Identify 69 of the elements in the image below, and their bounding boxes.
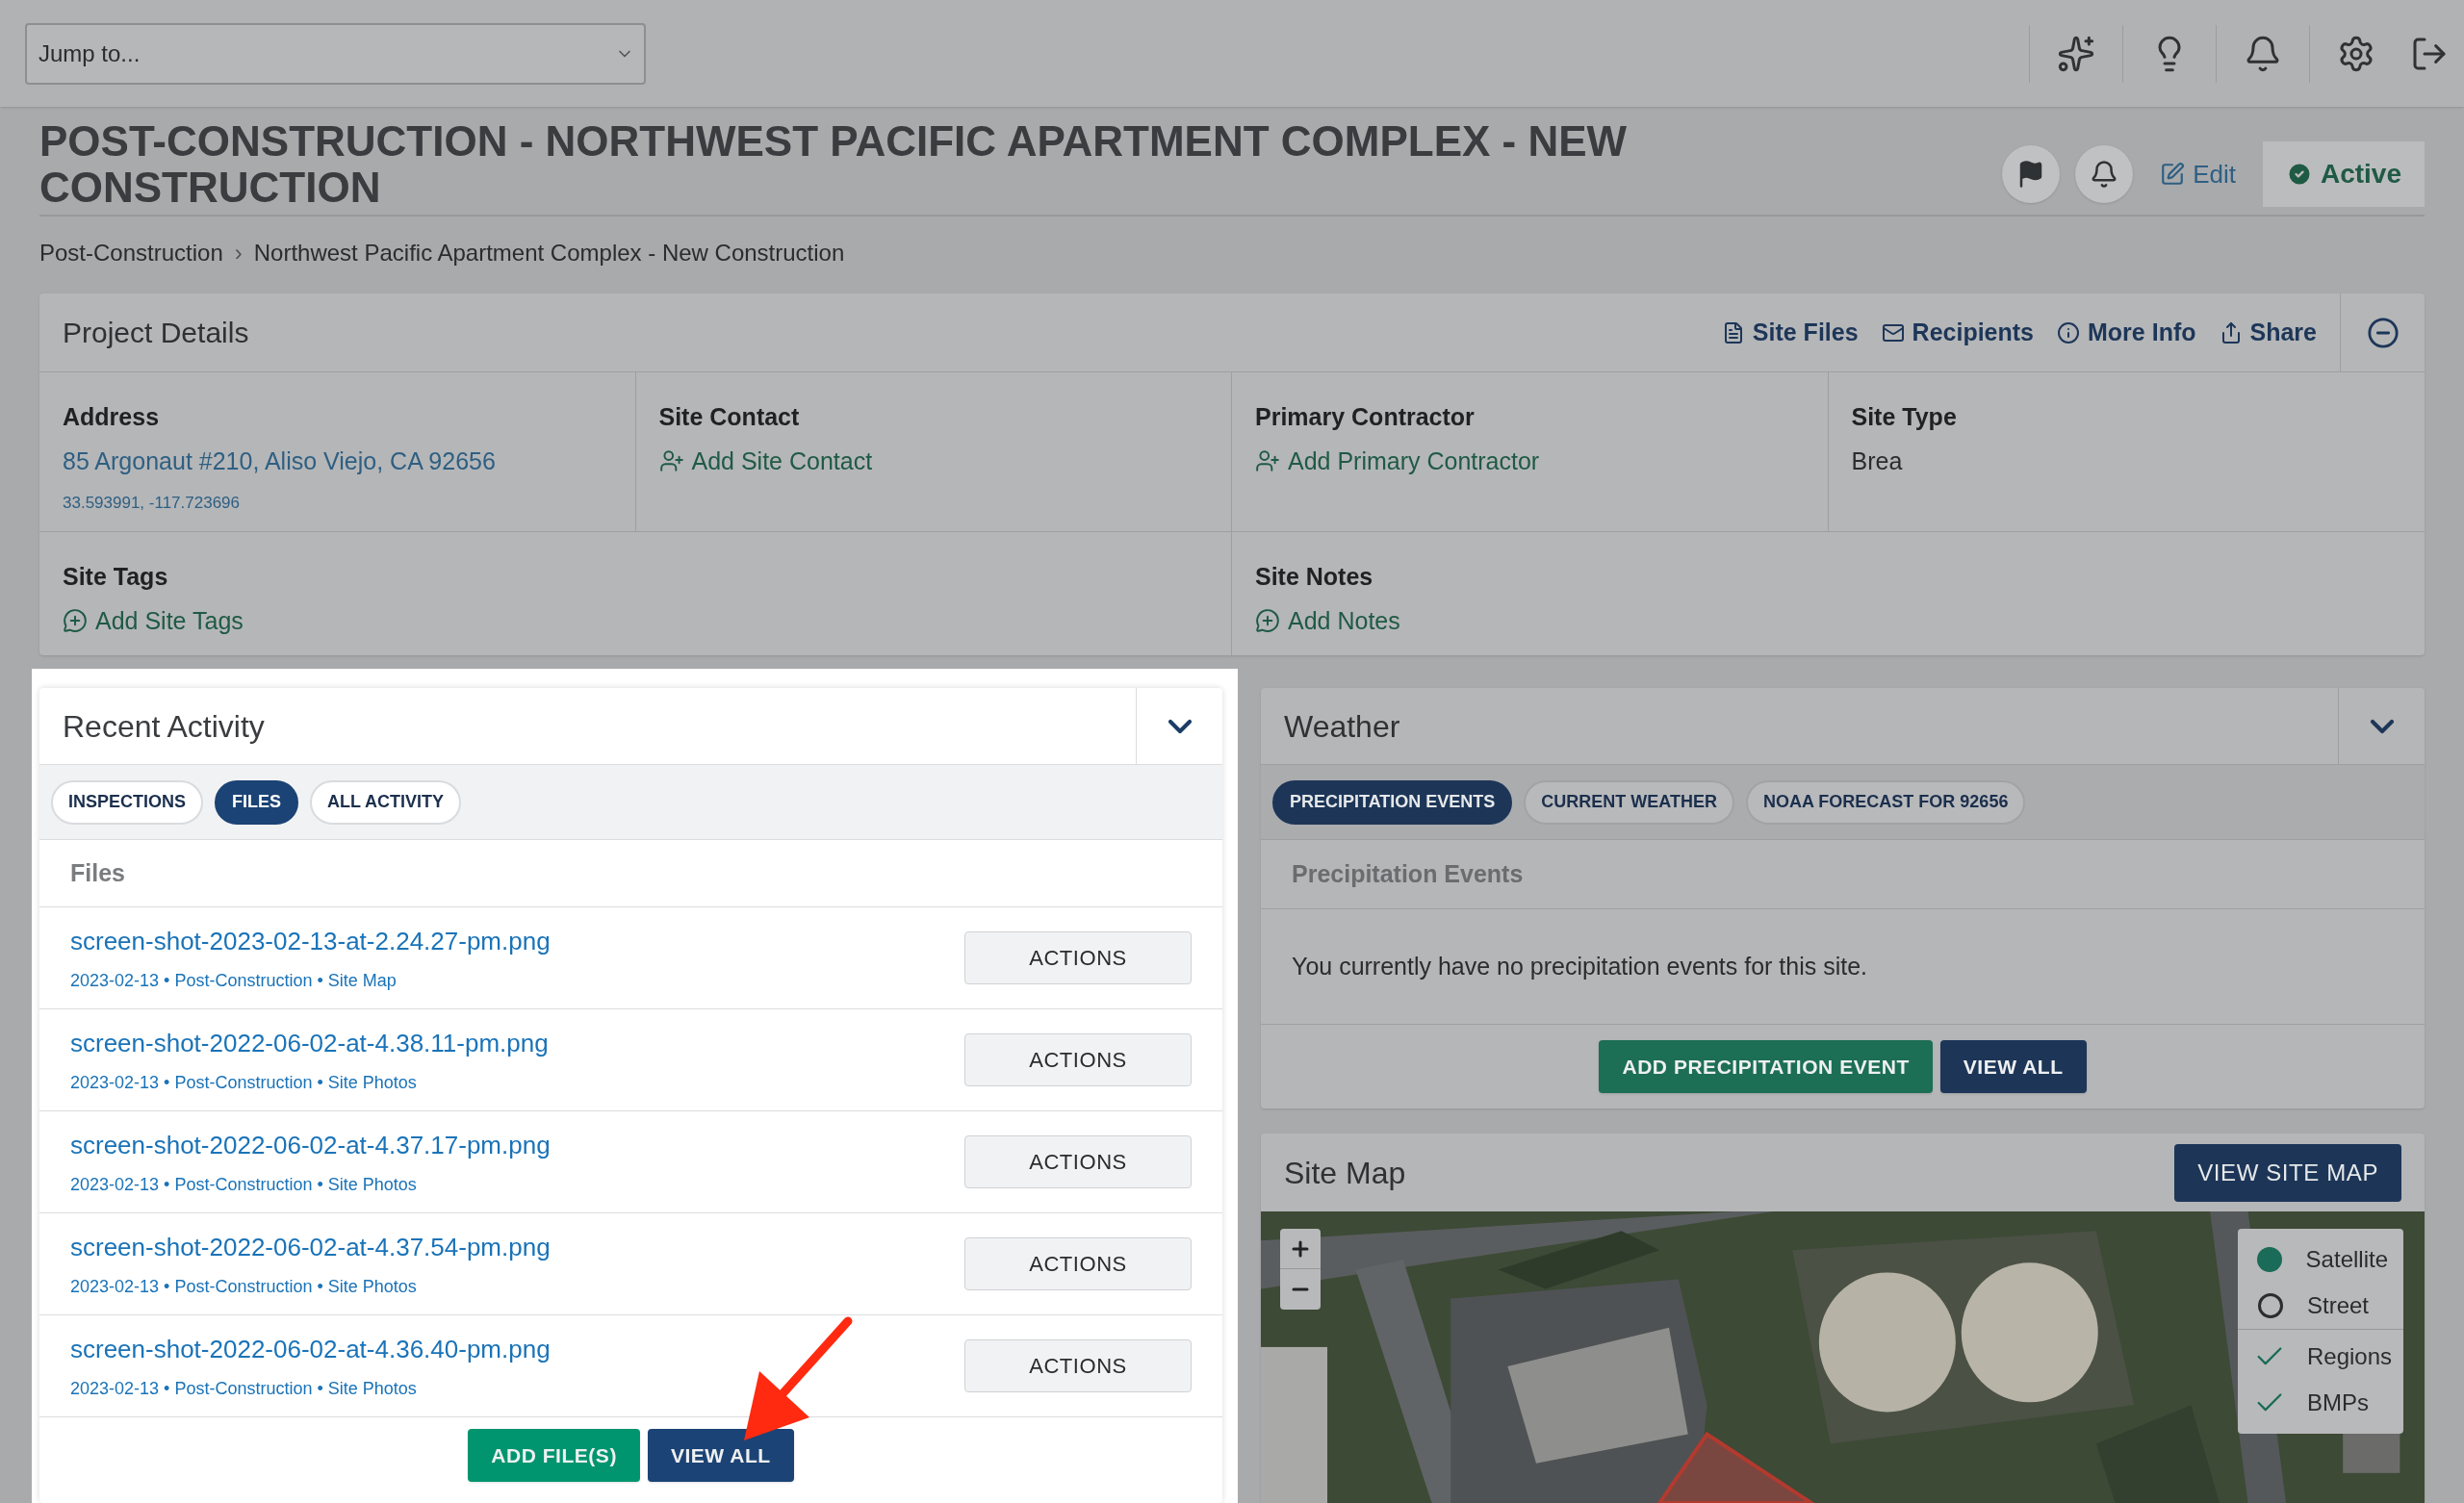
card-title: Project Details <box>63 316 249 350</box>
file-meta: 2023-02-13 • Post-Construction • Site Photos <box>70 1071 418 1094</box>
field-label: Primary Contractor <box>1255 402 1475 432</box>
field-label: Site Tags <box>63 562 168 592</box>
file-link[interactable]: screen-shot-2022-06-02-at-4.37.54-pm.png <box>70 1228 551 1266</box>
minus-circle-icon <box>2366 316 2400 349</box>
header-link[interactable]: Share <box>2219 314 2317 351</box>
file-meta: 2023-02-13 • Post-Construction • Site Map <box>70 969 398 992</box>
field-label: Site Contact <box>658 402 800 432</box>
radio-button[interactable] <box>2257 1247 2283 1272</box>
edit-icon <box>2160 162 2186 187</box>
section-title: Files <box>70 857 125 888</box>
jump-to-field[interactable]: Jump to... <box>25 22 646 85</box>
filter-tab[interactable]: PRECIPITATION EVENTS <box>1272 779 1513 825</box>
file-link[interactable]: screen-shot-2022-06-02-at-4.38.11-pm.png <box>70 1024 549 1062</box>
view-all-button[interactable]: VIEW ALL <box>1939 1040 2087 1093</box>
card-title: Recent Activity <box>63 707 265 746</box>
add-button[interactable]: ADD PRECIPITATION EVENT <box>1599 1040 1933 1093</box>
empty-message: You currently have no precipitation events for this site. <box>1292 951 1868 981</box>
breadcrumb-link[interactable]: Post-Construction <box>39 236 223 270</box>
field-value: Brea <box>1851 446 1903 476</box>
add-link[interactable]: Add Site Tags <box>63 602 244 639</box>
layer-label: Regions <box>2307 1342 2393 1371</box>
filter-tab[interactable]: FILES <box>215 779 299 825</box>
breadcrumb-separator: › <box>234 239 243 267</box>
address-link[interactable]: 85 Argonaut #210, Aliso Viejo, CA 92656 <box>63 443 496 479</box>
file-link[interactable]: screen-shot-2023-02-13-at-2.24.27-pm.png <box>70 922 551 960</box>
file-meta: 2023-02-13 • Post-Construction • Site Photos <box>70 1377 418 1400</box>
page-title: POST-CONSTRUCTION - NORTHWEST PACIFIC APARTMENT COMPLEX - NEW CONSTRUCTION <box>39 118 1629 211</box>
header-link[interactable]: More Info <box>2057 314 2196 351</box>
coordinates-link[interactable]: 33.593991, -117.723696 <box>63 491 241 516</box>
add-person-icon <box>1255 448 1280 474</box>
view-all-button[interactable]: VIEW ALL <box>647 1429 794 1482</box>
field-label: Site Type <box>1851 402 1957 432</box>
status-badge: Active <box>2262 141 2425 207</box>
section-title: Precipitation Events <box>1292 858 1524 889</box>
add-link[interactable]: Add Primary Contractor <box>1255 443 1540 479</box>
file-link[interactable]: screen-shot-2022-06-02-at-4.36.40-pm.png <box>70 1330 551 1368</box>
info-icon <box>2057 320 2080 344</box>
header-link[interactable]: Recipients <box>1881 314 2034 351</box>
layer-label: Satellite <box>2305 1245 2388 1274</box>
actions-button[interactable]: ACTIONS <box>964 931 1192 984</box>
filter-tab[interactable]: INSPECTIONS <box>51 779 204 825</box>
filter-tab[interactable]: CURRENT WEATHER <box>1524 779 1734 825</box>
field-label: Site Notes <box>1255 562 1373 592</box>
card-title: Weather <box>1284 707 1400 746</box>
actions-button[interactable]: ACTIONS <box>964 1339 1192 1392</box>
layer-label: Street <box>2307 1291 2370 1320</box>
add-link[interactable]: Add Site Contact <box>658 443 873 479</box>
layer-label: BMPs <box>2307 1388 2369 1417</box>
add-button[interactable]: ADD FILE(S) <box>468 1429 640 1482</box>
file-meta: 2023-02-13 • Post-Construction • Site Photos <box>70 1173 418 1196</box>
actions-button[interactable]: ACTIONS <box>964 1135 1192 1188</box>
file-meta: 2023-02-13 • Post-Construction • Site Photos <box>70 1275 418 1298</box>
add-link[interactable]: Add Notes <box>1255 602 1400 639</box>
breadcrumb-link[interactable]: Northwest Pacific Apartment Complex - New Construction <box>253 236 845 270</box>
header-link[interactable]: Site Files <box>1721 314 1859 351</box>
card-title: Site Map <box>1284 1154 1406 1192</box>
filter-tab[interactable]: NOAA FORECAST FOR 92656 <box>1746 779 2026 825</box>
actions-button[interactable]: ACTIONS <box>964 1033 1192 1086</box>
actions-button[interactable]: ACTIONS <box>964 1237 1192 1290</box>
add-comment-icon <box>63 608 88 634</box>
radio-button[interactable] <box>2258 1293 2283 1318</box>
view-site-map-button[interactable]: VIEW SITE MAP <box>2174 1143 2401 1202</box>
add-person-icon <box>658 448 684 474</box>
filter-tab[interactable]: ALL ACTIVITY <box>310 779 462 825</box>
file-link[interactable]: screen-shot-2022-06-02-at-4.37.17-pm.png <box>70 1126 551 1164</box>
add-comment-icon <box>1255 608 1280 634</box>
field-label: Address <box>63 402 160 432</box>
